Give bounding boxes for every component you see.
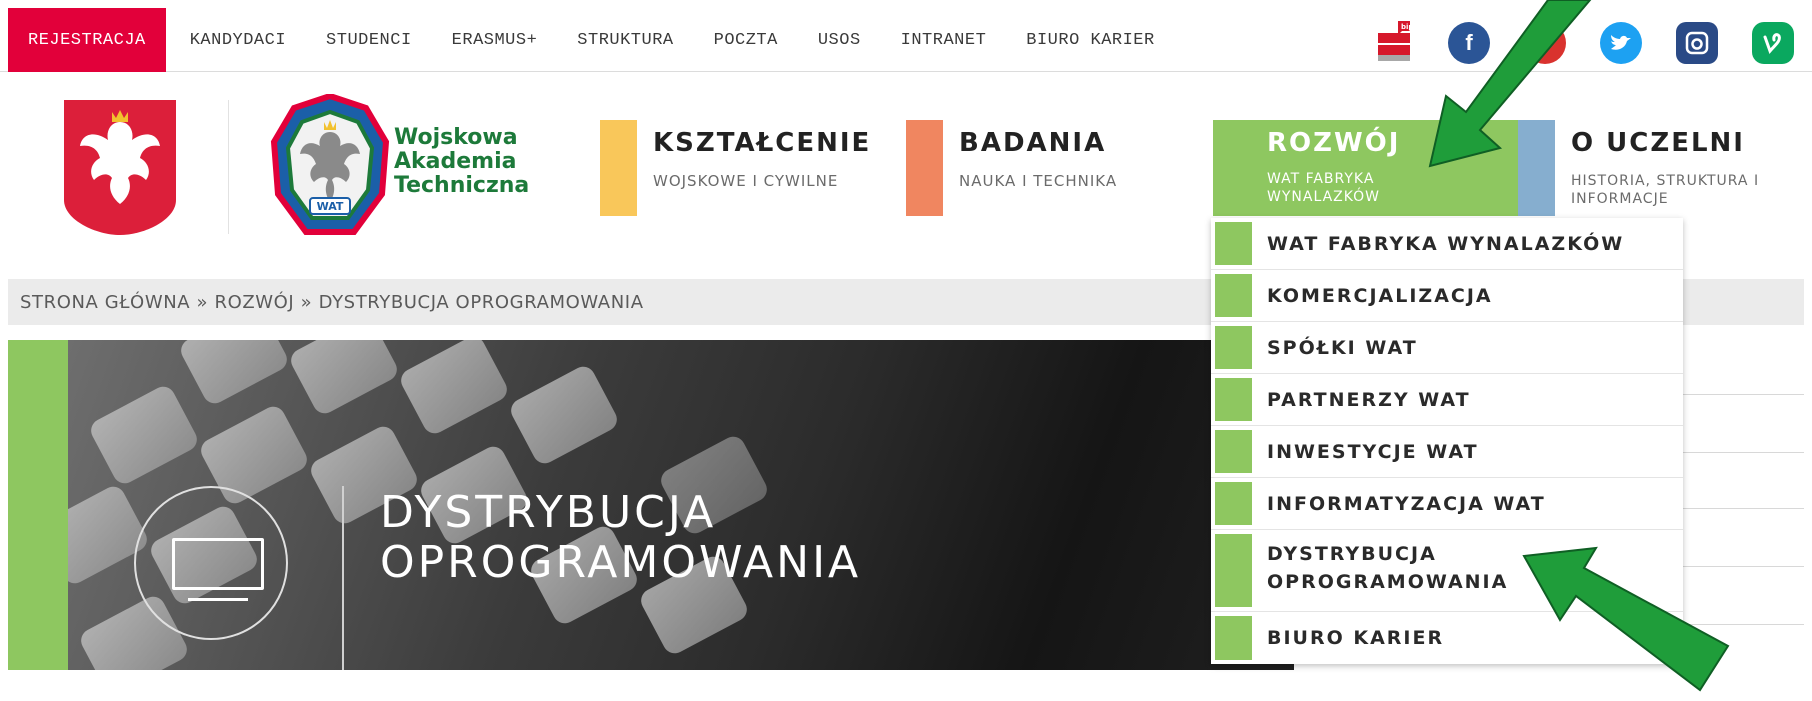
arrow-pointing-rozwoj: [1428, 0, 1592, 168]
annotation-arrows: [1428, 0, 1730, 692]
arrow-pointing-dystrybucja: [1522, 546, 1730, 692]
page: REJESTRACJA KANDYDACI STUDENCI ERASMUS+ …: [0, 0, 1812, 701]
